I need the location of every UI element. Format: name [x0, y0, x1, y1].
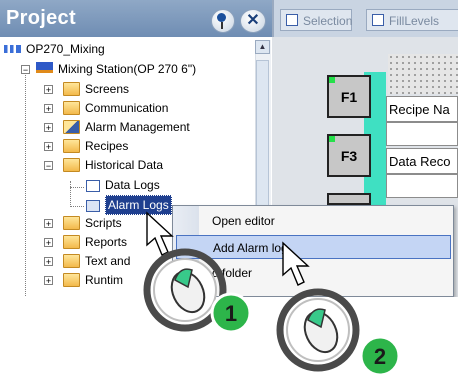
step-number-2: 2	[374, 344, 386, 369]
cursor-arrow-icon	[146, 211, 174, 256]
mouse-icon	[276, 288, 360, 372]
annotation-overlay: 1 2	[143, 211, 401, 377]
cursor-arrow-icon	[282, 241, 310, 286]
step-number-1: 1	[225, 301, 237, 326]
